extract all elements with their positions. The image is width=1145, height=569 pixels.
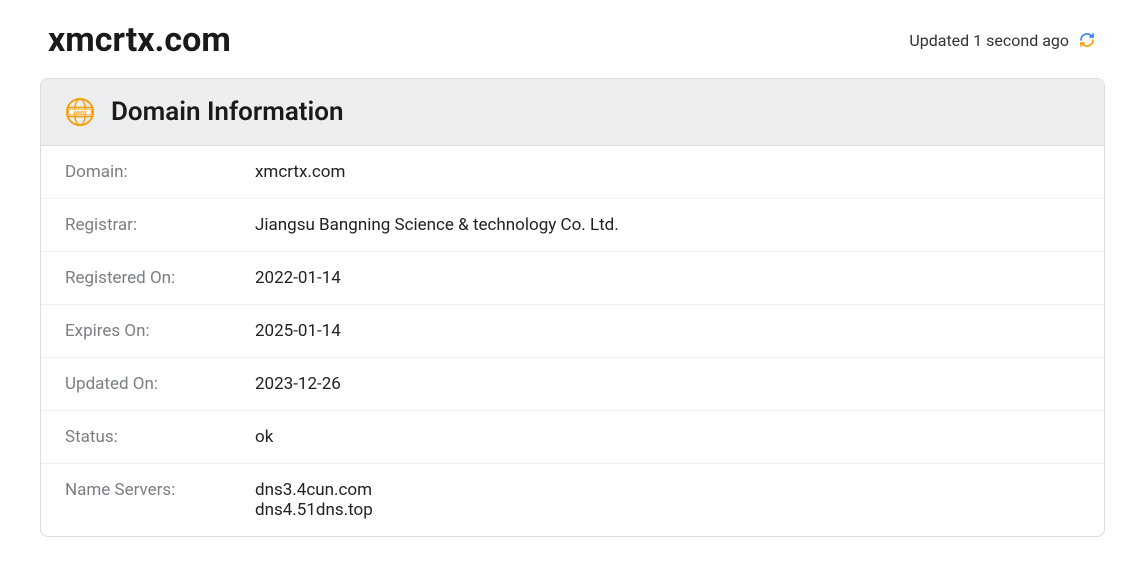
info-row-registered-on: Registered On: 2022-01-14	[41, 252, 1104, 305]
info-row-updated-on: Updated On: 2023-12-26	[41, 358, 1104, 411]
info-label: Registrar:	[65, 215, 255, 235]
info-value: ok	[255, 427, 273, 447]
info-row-name-servers: Name Servers: dns3.4cun.com dns4.51dns.t…	[41, 464, 1104, 536]
info-label: Registered On:	[65, 268, 255, 288]
updated-wrap: Updated 1 second ago	[909, 30, 1097, 50]
info-label: Updated On:	[65, 374, 255, 394]
info-label: Expires On:	[65, 321, 255, 341]
info-value: Jiangsu Bangning Science & technology Co…	[255, 215, 619, 235]
card-header: WWW Domain Information	[41, 79, 1104, 146]
info-value: dns3.4cun.com dns4.51dns.top	[255, 480, 373, 520]
svg-text:WWW: WWW	[73, 110, 87, 115]
info-label: Name Servers:	[65, 480, 255, 520]
info-label: Domain:	[65, 162, 255, 182]
info-value: xmcrtx.com	[255, 162, 345, 182]
info-value: 2025-01-14	[255, 321, 341, 341]
page-header: xmcrtx.com Updated 1 second ago	[40, 20, 1105, 60]
info-row-registrar: Registrar: Jiangsu Bangning Science & te…	[41, 199, 1104, 252]
card-title: Domain Information	[111, 97, 344, 127]
updated-text: Updated 1 second ago	[909, 31, 1069, 50]
card-body: Domain: xmcrtx.com Registrar: Jiangsu Ba…	[41, 146, 1104, 536]
domain-title: xmcrtx.com	[48, 20, 231, 60]
info-value: 2022-01-14	[255, 268, 341, 288]
info-row-status: Status: ok	[41, 411, 1104, 464]
info-row-domain: Domain: xmcrtx.com	[41, 146, 1104, 199]
info-label: Status:	[65, 427, 255, 447]
refresh-icon[interactable]	[1077, 30, 1097, 50]
domain-info-card: WWW Domain Information Domain: xmcrtx.co…	[40, 78, 1105, 537]
info-value: 2023-12-26	[255, 374, 341, 394]
info-row-expires-on: Expires On: 2025-01-14	[41, 305, 1104, 358]
www-globe-icon: WWW	[65, 97, 95, 127]
